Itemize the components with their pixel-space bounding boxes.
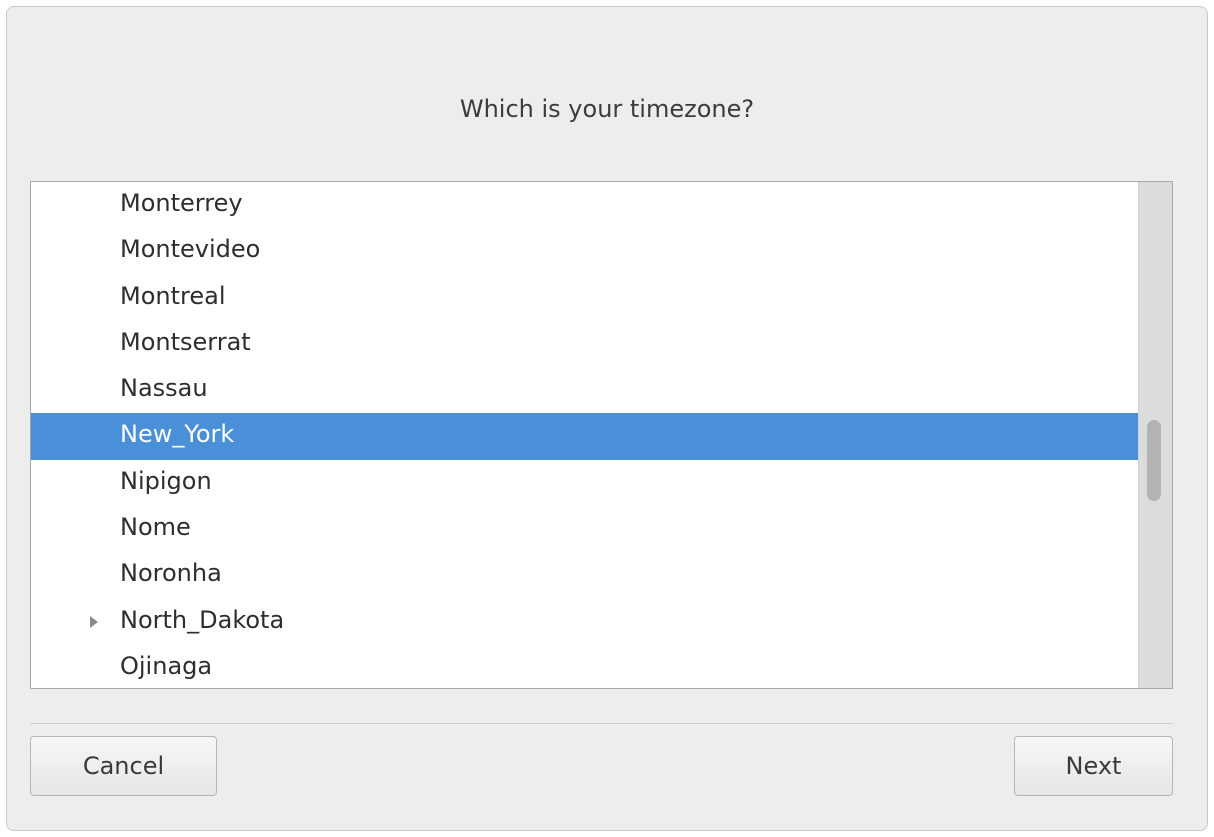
timezone-row[interactable]: Nipigon [31, 460, 1138, 506]
timezone-label: Montserrat [120, 327, 251, 356]
dialog-title: Which is your timezone? [459, 95, 755, 123]
timezone-row[interactable]: North_Dakota [31, 599, 1138, 645]
timezone-row[interactable]: Monterrey [31, 182, 1138, 228]
timezone-row[interactable]: Montserrat [31, 321, 1138, 367]
timezone-label: Noronha [120, 559, 222, 588]
button-separator [30, 723, 1173, 724]
vertical-scrollbar[interactable] [1138, 182, 1172, 688]
timezone-label: Montreal [120, 281, 226, 310]
timezone-row[interactable]: Montreal [31, 275, 1138, 321]
timezone-row[interactable]: Montevideo [31, 228, 1138, 274]
timezone-label: Nassau [120, 374, 208, 403]
scrollbar-thumb[interactable] [1147, 420, 1161, 501]
timezone-label: North_Dakota [120, 605, 285, 634]
timezone-row[interactable]: Noronha [31, 552, 1138, 598]
timezone-list[interactable]: Monterrey Montevideo Montreal Montserrat Nas… [31, 182, 1138, 688]
expander-triangle-icon[interactable] [89, 599, 99, 645]
timezone-label: Ojinaga [120, 651, 213, 680]
timezone-label: New_York [120, 420, 235, 449]
next-button[interactable]: Next [1014, 736, 1173, 796]
timezone-label: Montevideo [120, 235, 261, 264]
timezone-label: Monterrey [120, 189, 243, 217]
timezone-row[interactable]: Nome [31, 506, 1138, 552]
timezone-label: Nome [120, 513, 191, 542]
timezone-row[interactable]: Ojinaga [31, 645, 1138, 688]
timezone-label: Nipigon [120, 466, 212, 495]
timezone-dialog: Which is your timezone? Monterrey Montevi… [6, 6, 1208, 831]
timezone-list-frame: Monterrey Montevideo Montreal Montserrat Nas… [30, 181, 1173, 689]
timezone-row-selected[interactable]: New_York [31, 413, 1138, 460]
cancel-button[interactable]: Cancel [30, 736, 217, 796]
timezone-row[interactable]: Nassau [31, 367, 1138, 413]
